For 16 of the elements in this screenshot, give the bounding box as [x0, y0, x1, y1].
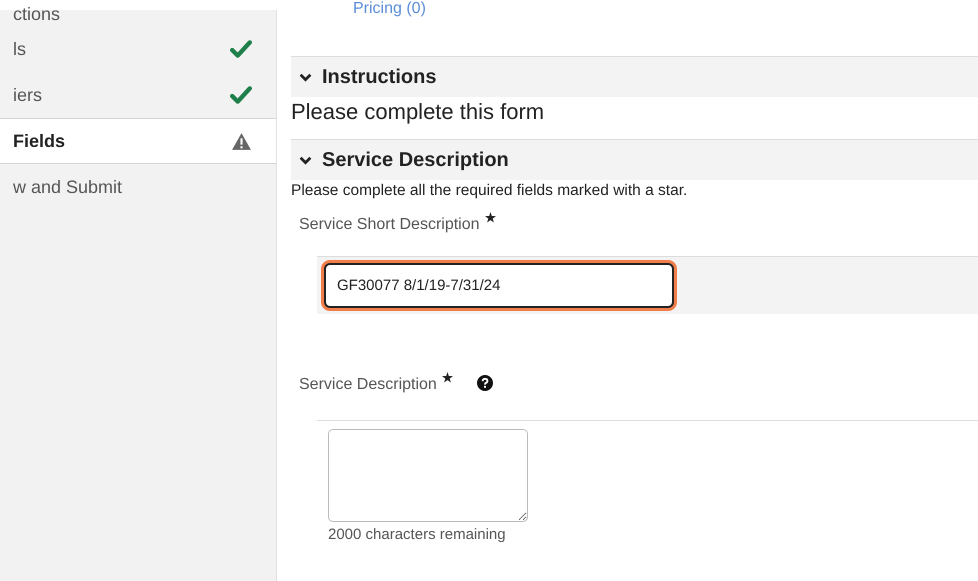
sidebar-item[interactable]: iers [0, 72, 276, 118]
sidebar-item[interactable]: ls [0, 26, 276, 72]
section-header[interactable]: Service Description [291, 139, 978, 180]
character-counter: 2000 characters remaining [328, 526, 506, 543]
instruction-text: Please complete this form [291, 99, 544, 125]
section-title: Service Description [322, 148, 509, 172]
help-icon[interactable] [476, 375, 493, 391]
pricing-link[interactable]: Pricing (0) [353, 0, 426, 18]
text-input[interactable]: GF30077 8/1/19-7/31/24 [324, 263, 674, 308]
sidebar-item[interactable]: w and Submit [0, 164, 276, 210]
field-label: Service Short Description [299, 212, 496, 234]
section-header[interactable]: Instructions [291, 56, 978, 97]
field-label: Service Description [299, 372, 453, 394]
sidebar-item[interactable]: Fields [0, 118, 276, 164]
section-title: Instructions [322, 66, 436, 88]
note-text: Please complete all the required fields marked with a star. [291, 182, 688, 200]
